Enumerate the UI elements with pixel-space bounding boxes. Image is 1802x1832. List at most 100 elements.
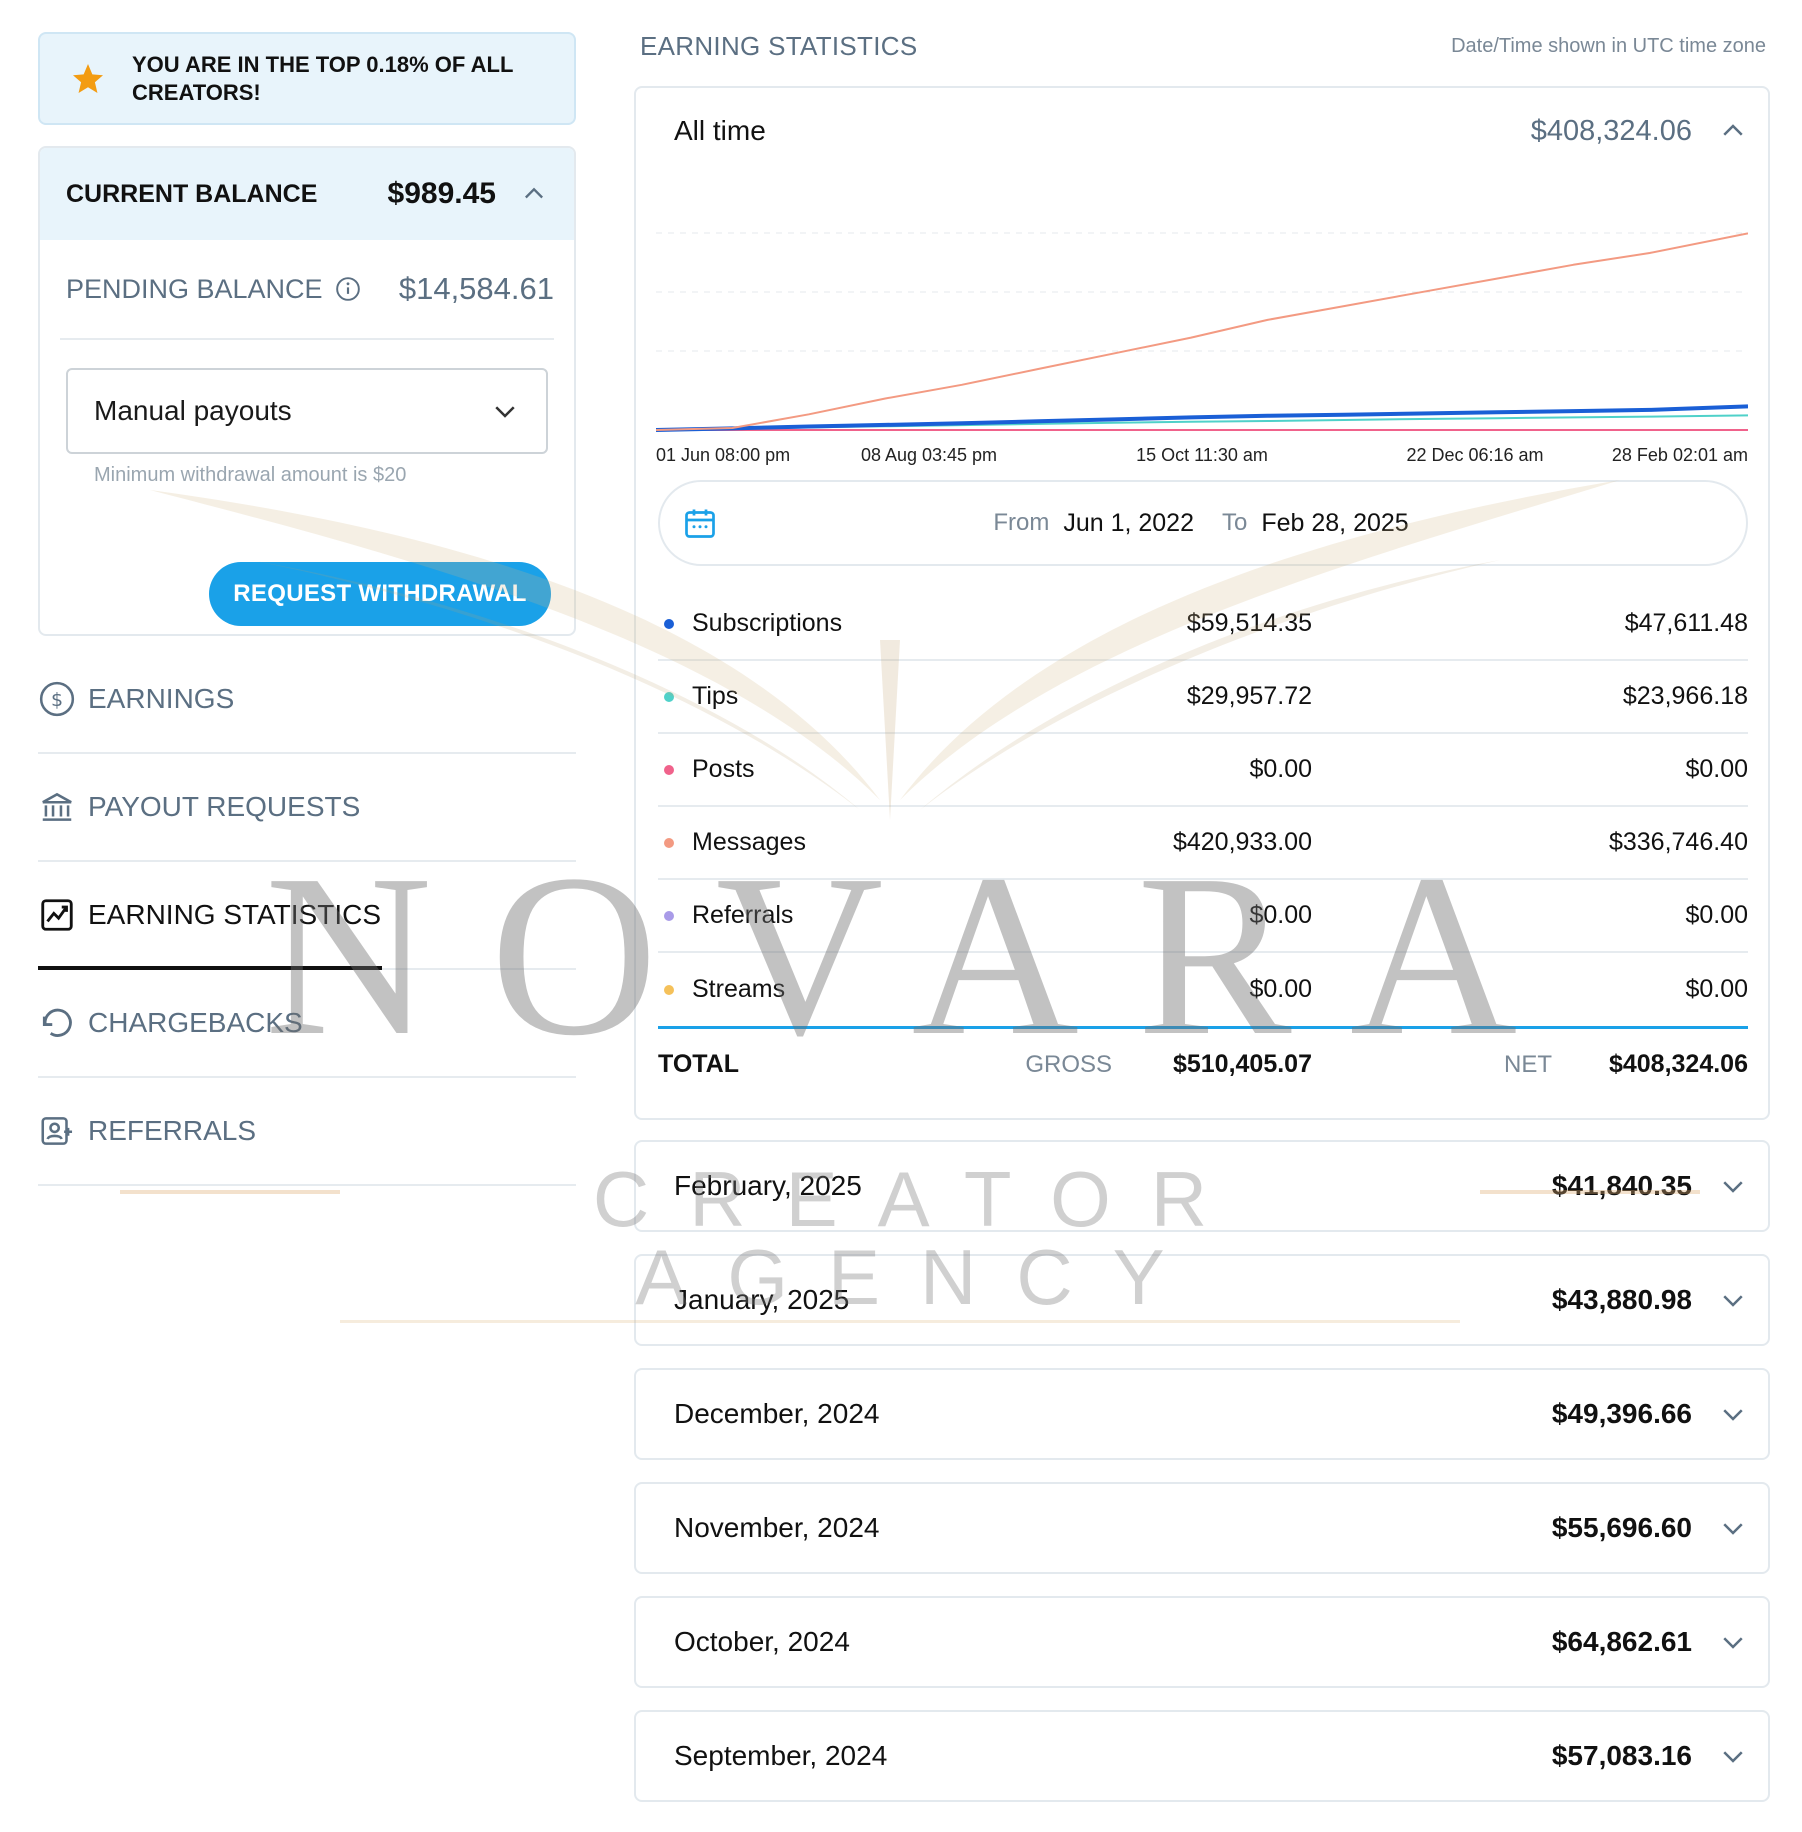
month-amount: $41,840.35 [1551,1170,1692,1201]
x-tick-label: 28 Feb 02:01 am [1612,445,1748,465]
table-row: Referrals $0.00 $0.00 [658,880,1748,953]
pending-balance-row: PENDING BALANCE $14,584.61 [60,240,554,340]
row-name: Tips [692,682,739,710]
month-amount: $43,880.98 [1551,1284,1692,1315]
row-gross: $59,514.35 [1186,609,1312,637]
timezone-note: Date/Time shown in UTC time zone [1451,34,1766,57]
table-row: Subscriptions $59,514.35 $47,611.48 [658,588,1748,661]
chevron-down-icon [495,406,515,418]
nav-item-payout-requests[interactable]: PAYOUT REQUESTS [38,754,576,862]
statistics-panel: EARNING STATISTICS Date/Time shown in UT… [634,20,1770,1802]
nav-item-chargebacks[interactable]: CHARGEBACKS [38,970,576,1078]
table-row: Messages $420,933.00 $336,746.40 [658,807,1748,880]
nav-item-label: PAYOUT REQUESTS [88,791,361,822]
date-range-picker[interactable]: From Jun 1, 2022 To Feb 28, 2025 [658,480,1748,566]
legend-dot [664,618,674,629]
nav-item-earning-statistics[interactable]: EARNING STATISTICS [38,862,576,970]
date-range-text: From Jun 1, 2022 To Feb 28, 2025 [993,509,1470,538]
nav-item-referrals[interactable]: REFERRALS [38,1078,576,1186]
earnings-chart-svg: 01 Jun 08:00 pm 08 Aug 03:45 pm 15 Oct 11:… [656,232,1748,465]
dollar-circle-icon: $ [39,681,75,717]
payout-method-value: Manual payouts [94,395,292,426]
info-icon[interactable] [335,276,361,302]
current-balance-amount: $989.45 [387,177,496,210]
all-time-header[interactable]: All time $408,324.06 [636,88,1768,174]
from-label: From [993,509,1050,536]
nav-item-label: REFERRALS [88,1115,257,1146]
net-label: NET [1504,1050,1552,1078]
month-label: February, 2025 [674,1170,862,1201]
undo-icon [42,1008,72,1037]
row-name: Referrals [692,901,794,929]
month-row[interactable]: December, 2024 $49,396.66 [634,1368,1770,1460]
month-row[interactable]: February, 2025 $41,840.35 [634,1140,1770,1232]
referral-icon [41,1117,73,1145]
month-amount: $64,862.61 [1551,1626,1692,1657]
bank-icon [42,792,72,821]
row-gross: $0.00 [1249,975,1312,1003]
top-creator-text: YOU ARE IN THE TOP 0.18% OF ALL CREATORS… [132,51,514,105]
from-date: Jun 1, 2022 [1063,508,1194,537]
star-icon [73,63,103,93]
row-net: $47,611.48 [1624,609,1748,637]
chevron-down-icon[interactable] [1718,1171,1748,1201]
total-row: TOTAL GROSS $510,405.07 NET $408,324.06 [658,1026,1748,1100]
row-name: Subscriptions [692,609,843,637]
row-net: $0.00 [1685,975,1748,1003]
legend-dot [664,984,674,995]
request-withdrawal-button[interactable]: REQUEST WITHDRAWAL [209,562,551,626]
month-row[interactable]: September, 2024 $57,083.16 [634,1710,1770,1802]
row-name: Posts [692,755,755,783]
series-line-messages [656,232,1748,431]
month-row[interactable]: January, 2025 $43,880.98 [634,1254,1770,1346]
month-label: November, 2024 [674,1512,880,1543]
nav-item-label: EARNINGS [88,683,235,714]
month-label: October, 2024 [674,1626,850,1657]
chevron-down-icon[interactable] [1718,1741,1748,1771]
chevron-down-icon[interactable] [1718,1399,1748,1429]
payout-method-select[interactable]: Manual payouts [66,368,548,454]
nav-item-earnings[interactable]: $ EARNINGS [38,646,576,754]
monthly-list: February, 2025 $41,840.35 January, 2025 … [634,1140,1770,1802]
statistics-header: EARNING STATISTICS Date/Time shown in UT… [634,20,1770,72]
all-time-card: All time $408,324.06 01 Jun 08:00 pm 08 A… [634,86,1770,1120]
row-name: Messages [692,828,806,856]
month-amount: $57,083.16 [1551,1740,1692,1771]
month-row[interactable]: November, 2024 $55,696.60 [634,1482,1770,1574]
month-label: September, 2024 [674,1740,888,1771]
month-label: December, 2024 [674,1398,880,1429]
legend-dot [664,691,674,702]
to-date: Feb 28, 2025 [1261,508,1409,537]
month-row[interactable]: October, 2024 $64,862.61 [634,1596,1770,1688]
nav-item-label: EARNING STATISTICS [88,899,381,930]
period-total: $408,324.06 [1530,114,1692,147]
top-creator-banner: YOU ARE IN THE TOP 0.18% OF ALL CREATORS… [38,32,576,125]
current-balance-label: CURRENT BALANCE [66,179,318,208]
calendar-icon[interactable] [682,505,718,541]
row-gross: $0.00 [1249,901,1312,929]
to-label: To [1221,509,1248,536]
month-label: January, 2025 [674,1284,850,1315]
earnings-nav: $ EARNINGS PAYOUT REQUESTS EARNING STATI… [38,646,576,1186]
table-row: Tips $29,957.72 $23,966.18 [658,661,1748,734]
chevron-down-icon[interactable] [1718,1627,1748,1657]
chevron-up-icon[interactable] [1718,116,1748,146]
pending-balance-label: PENDING BALANCE [66,273,323,304]
chevron-down-icon[interactable] [1718,1285,1748,1315]
svg-text:$: $ [51,689,63,711]
earnings-chart: 01 Jun 08:00 pm 08 Aug 03:45 pm 15 Oct 11:… [656,174,1748,474]
row-net: $0.00 [1685,901,1748,929]
balance-card: CURRENT BALANCE $989.45 PENDING BALANCE … [38,146,576,636]
x-tick-label: 22 Dec 06:16 am [1406,445,1543,465]
month-amount: $49,396.66 [1551,1398,1692,1429]
chart-grid [656,232,1748,352]
x-tick-label: 08 Aug 03:45 pm [861,445,997,465]
chevron-up-icon[interactable] [520,180,548,208]
period-label: All time [674,115,766,146]
current-balance-header[interactable]: CURRENT BALANCE $989.45 [40,148,574,240]
row-gross: $0.00 [1249,755,1312,783]
month-amount: $55,696.60 [1551,1512,1692,1543]
chevron-down-icon[interactable] [1718,1513,1748,1543]
balance-sidebar: YOU ARE IN THE TOP 0.18% OF ALL CREATORS… [38,32,576,1186]
chart-icon [41,899,73,931]
